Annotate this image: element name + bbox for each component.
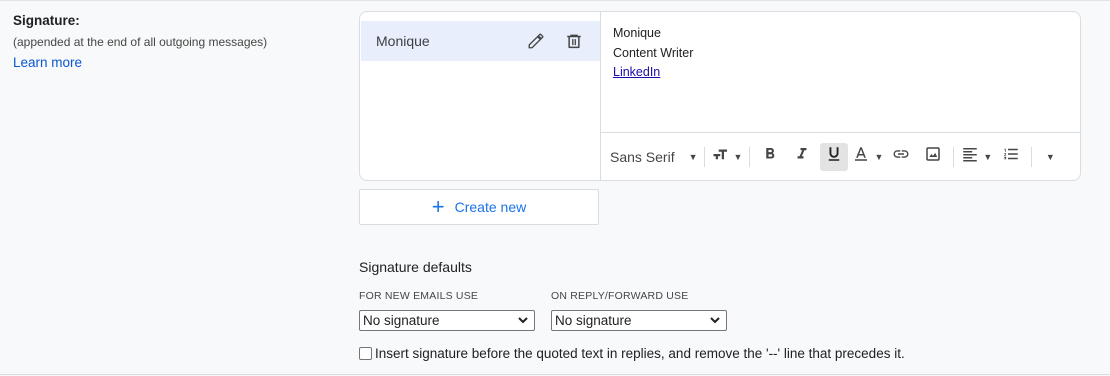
toolbar-divider	[703, 146, 705, 167]
text-color-icon	[852, 145, 870, 168]
numbered-list-button[interactable]	[997, 143, 1025, 171]
create-new-button[interactable]: + Create new	[359, 189, 599, 225]
reply-forward-label: ON REPLY/FORWARD USE	[551, 290, 689, 302]
underline-icon	[825, 145, 843, 168]
font-family-value: Sans Serif	[610, 148, 675, 165]
chevron-down-icon	[709, 314, 721, 329]
chevron-down-icon: ▼	[874, 151, 884, 162]
insert-before-quoted-label[interactable]: Insert signature before the quoted text …	[375, 346, 905, 361]
bold-button[interactable]	[756, 143, 784, 171]
underline-button[interactable]	[820, 142, 849, 171]
italic-icon	[793, 145, 811, 168]
chevron-down-icon: ▼	[688, 151, 698, 162]
section-title: Signature:	[13, 13, 80, 28]
bold-icon	[761, 145, 779, 168]
image-icon	[924, 145, 942, 168]
signature-item-name: Monique	[376, 33, 430, 49]
plus-icon: +	[431, 194, 445, 219]
learn-more-link[interactable]: Learn more	[13, 55, 82, 70]
insert-before-quoted-row: Insert signature before the quoted text …	[359, 346, 905, 361]
text-color-button[interactable]: ▼	[852, 143, 883, 171]
signature-editor[interactable]: Monique Content Writer LinkedIn Sans Ser…	[601, 12, 1080, 180]
align-button[interactable]: ▼	[958, 143, 995, 171]
more-options-icon: ▼	[1045, 151, 1055, 162]
formatting-toolbar: Sans Serif ▼ ▼ ▼ ▼ ▼	[601, 132, 1080, 180]
signature-list: Monique	[360, 12, 601, 180]
editor-line-title: Content Writer	[613, 45, 694, 60]
new-emails-signature-select[interactable]: No signature	[359, 310, 535, 331]
signature-item-monique[interactable]: Monique	[361, 21, 600, 61]
bottom-divider	[0, 374, 1110, 375]
create-new-label: Create new	[454, 199, 527, 215]
editor-content[interactable]: Monique Content Writer LinkedIn	[613, 24, 693, 83]
linkedin-link[interactable]: LinkedIn	[613, 65, 660, 79]
top-divider	[0, 0, 1110, 1]
reply-forward-signature-select[interactable]: No signature	[551, 310, 727, 331]
new-emails-label: FOR NEW EMAILS USE	[359, 290, 479, 302]
section-subtitle: (appended at the end of all outgoing mes…	[13, 35, 268, 49]
more-options-button[interactable]: ▼	[1036, 143, 1064, 171]
editor-line-name: Monique	[613, 26, 661, 40]
new-emails-select-value: No signature	[363, 313, 440, 328]
font-family-select[interactable]: Sans Serif ▼	[610, 143, 700, 171]
align-icon	[961, 145, 979, 168]
chevron-down-icon: ▼	[983, 151, 993, 162]
pencil-icon[interactable]	[524, 29, 548, 53]
italic-button[interactable]	[788, 143, 816, 171]
image-button[interactable]	[919, 143, 947, 171]
link-button[interactable]	[887, 143, 915, 171]
signature-panel: Monique Monique Content Writer LinkedIn …	[359, 11, 1081, 181]
text-size-icon	[712, 145, 730, 168]
link-icon	[892, 145, 910, 168]
numbered-list-icon	[1002, 145, 1020, 168]
insert-before-quoted-checkbox[interactable]	[359, 347, 372, 360]
text-size-button[interactable]: ▼	[709, 143, 746, 171]
toolbar-divider	[749, 146, 751, 167]
signature-label-column: Signature: (appended at the end of all o…	[13, 12, 343, 72]
trash-icon[interactable]	[562, 29, 586, 53]
chevron-down-icon	[517, 314, 529, 329]
signature-defaults-title: Signature defaults	[359, 259, 472, 275]
toolbar-divider	[1031, 146, 1033, 167]
toolbar-divider	[953, 146, 955, 167]
chevron-down-icon: ▼	[733, 151, 743, 162]
reply-forward-select-value: No signature	[555, 313, 632, 328]
